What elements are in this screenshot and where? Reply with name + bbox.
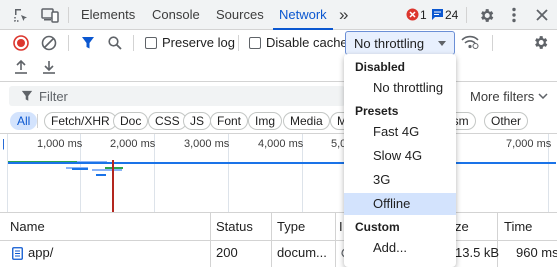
- toolbar-divider: [492, 35, 493, 51]
- more-tabs-button[interactable]: »: [339, 0, 348, 30]
- menu-heading-disabled: Disabled: [355, 60, 406, 74]
- tab-elements[interactable]: Elements: [81, 0, 135, 30]
- column-divider: [271, 213, 272, 267]
- table-header-divider: [0, 240, 557, 241]
- chip-fetch-xhr[interactable]: Fetch/XHR: [44, 112, 117, 130]
- chip-media[interactable]: Media: [283, 112, 330, 130]
- chip-other[interactable]: Other: [484, 112, 529, 130]
- chip-all[interactable]: All: [10, 112, 38, 130]
- menu-item-3g[interactable]: 3G: [344, 169, 456, 191]
- error-icon[interactable]: [406, 8, 419, 21]
- toolbar-divider: [68, 35, 69, 51]
- disable-cache-checkbox[interactable]: [249, 37, 261, 49]
- timeline-waterfall: [8, 160, 556, 212]
- settings-gear-icon[interactable]: [477, 6, 495, 24]
- document-icon: [11, 246, 23, 260]
- menu-item-slow-4g[interactable]: Slow 4G: [344, 145, 456, 167]
- menu-item-fast-4g[interactable]: Fast 4G: [344, 121, 456, 143]
- row-time: 960 ms: [516, 245, 557, 260]
- toolbar-divider: [238, 35, 239, 51]
- column-header-initiator[interactable]: I: [339, 219, 343, 234]
- chip-img[interactable]: Img: [248, 112, 283, 130]
- row-status: 200: [216, 245, 238, 260]
- tab-network[interactable]: Network: [273, 0, 333, 30]
- throttling-dropdown-menu: Disabled No throttling Presets Fast 4G S…: [344, 54, 456, 267]
- column-header-status[interactable]: Status: [216, 219, 253, 234]
- chip-doc[interactable]: Doc: [113, 112, 149, 130]
- chevron-down-icon[interactable]: [537, 90, 549, 102]
- import-har-icon[interactable]: [12, 58, 30, 76]
- column-header-name[interactable]: Name: [10, 219, 45, 234]
- chip-js[interactable]: JS: [183, 112, 212, 130]
- message-count[interactable]: 24: [445, 8, 458, 22]
- stop-recording-icon[interactable]: [12, 34, 30, 52]
- network-overview-timeline[interactable]: 1,000 ms 2,000 ms 3,000 ms 4,000 ms 5,0 …: [0, 133, 557, 213]
- clear-icon[interactable]: [40, 34, 58, 52]
- device-toolbar-icon[interactable]: [40, 6, 60, 24]
- row-name[interactable]: app/: [28, 245, 53, 260]
- chip-divider: [37, 114, 38, 128]
- close-devtools-icon[interactable]: [533, 6, 551, 24]
- chip-css[interactable]: CSS: [148, 112, 187, 130]
- search-icon[interactable]: [106, 34, 124, 52]
- menu-item-no-throttling[interactable]: No throttling: [344, 77, 456, 99]
- chip-font[interactable]: Font: [210, 112, 249, 130]
- filter-funnel-icon[interactable]: [79, 34, 97, 52]
- column-header-time[interactable]: Time: [504, 219, 532, 234]
- column-divider: [335, 213, 336, 267]
- more-options-icon[interactable]: [505, 6, 523, 24]
- network-conditions-wifi-icon[interactable]: [460, 33, 480, 51]
- menu-item-add-custom[interactable]: Add...: [344, 237, 456, 259]
- disable-cache-label[interactable]: Disable cache: [266, 35, 348, 50]
- tab-sources[interactable]: Sources: [216, 0, 264, 30]
- filter-funnel-icon: [20, 89, 34, 103]
- column-header-size[interactable]: ze: [455, 219, 469, 234]
- throttling-select-value: No throttling: [354, 36, 425, 51]
- filter-placeholder[interactable]: Filter: [39, 89, 68, 104]
- row-size: 13.5 kB: [455, 245, 500, 260]
- column-header-type[interactable]: Type: [277, 219, 305, 234]
- devtools-window: Elements Console Sources Network » 1 24: [0, 0, 557, 267]
- toolbar-divider-line: [0, 81, 557, 82]
- chevron-down-icon: [438, 41, 446, 46]
- toolbar-divider: [466, 7, 467, 23]
- menu-heading-custom: Custom: [355, 220, 400, 234]
- toolbar-divider: [133, 35, 134, 51]
- inspect-element-icon[interactable]: [12, 6, 30, 24]
- toolbar-divider: [68, 7, 69, 23]
- export-har-icon[interactable]: [40, 58, 58, 76]
- error-count[interactable]: 1: [420, 8, 427, 22]
- preserve-log-checkbox[interactable]: [145, 37, 157, 49]
- network-settings-gear-icon[interactable]: [531, 33, 549, 51]
- menu-heading-presets: Presets: [355, 104, 399, 118]
- menu-item-offline[interactable]: Offline: [344, 193, 456, 215]
- row-type: docum...: [277, 245, 327, 260]
- tab-console[interactable]: Console: [152, 0, 200, 30]
- throttling-select[interactable]: No throttling: [345, 31, 455, 55]
- column-divider: [210, 213, 211, 267]
- more-filters-dropdown[interactable]: More filters: [470, 89, 534, 104]
- preserve-log-label[interactable]: Preserve log: [162, 35, 235, 50]
- devtools-tab-bar: Elements Console Sources Network » 1 24: [0, 0, 557, 30]
- messages-icon[interactable]: [431, 8, 444, 21]
